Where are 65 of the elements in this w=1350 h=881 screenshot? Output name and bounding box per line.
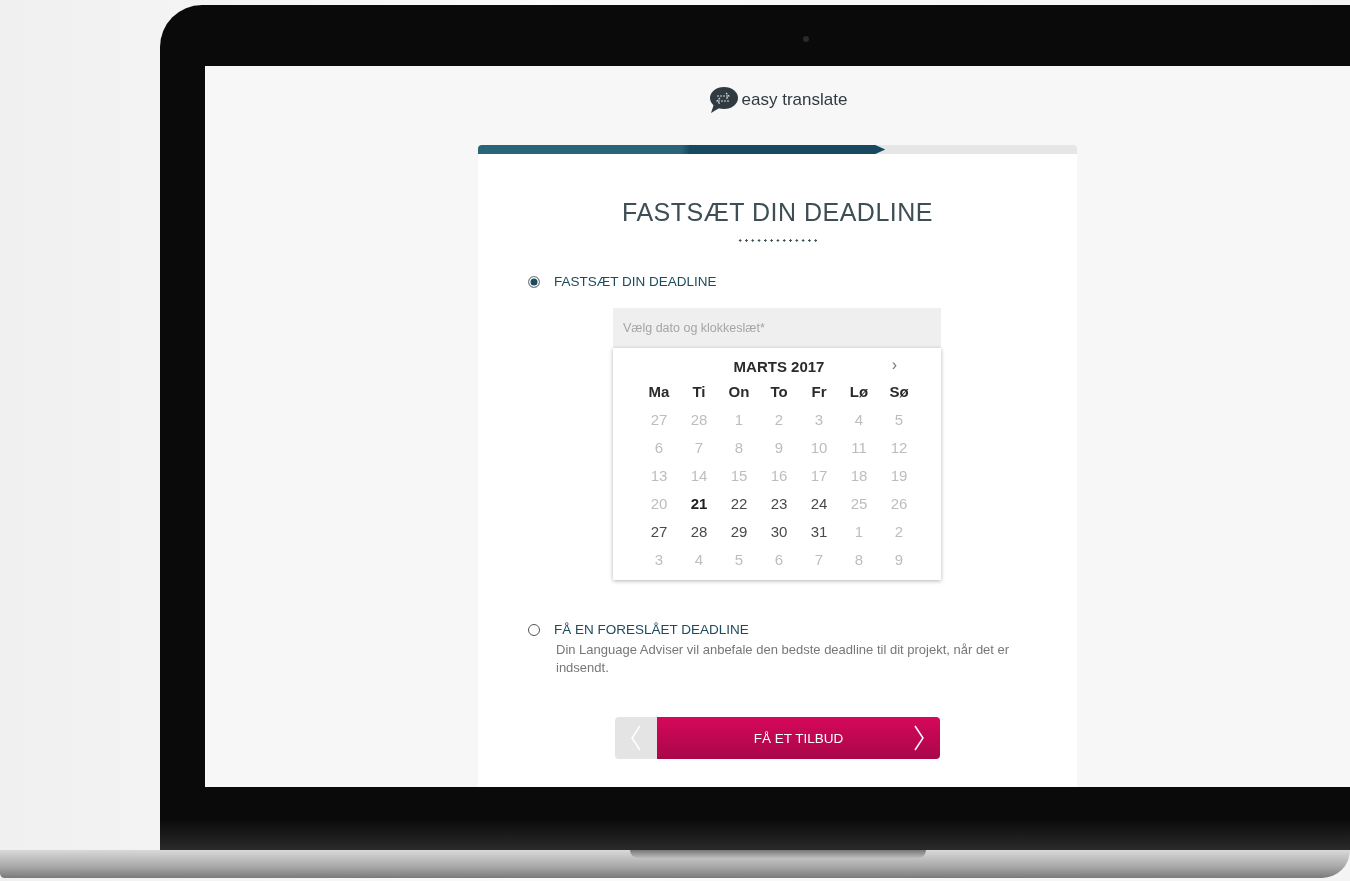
calendar-day[interactable]: 28 (679, 518, 719, 546)
calendar-day[interactable]: 22 (719, 490, 759, 518)
calendar-day[interactable]: 5 (719, 546, 759, 574)
weekday-label: Lø (848, 382, 870, 402)
weekday-label: On (727, 382, 751, 402)
calendar-day[interactable]: 9 (879, 546, 919, 574)
calendar-day[interactable]: 18 (839, 462, 879, 490)
calendar-day[interactable]: 19 (879, 462, 919, 490)
weekday-label: Fr (810, 382, 828, 402)
option-description: Din Language Adviser vil anbefale den bedste deadline til dit projekt, når det er indsendt. (556, 641, 1011, 677)
calendar-day[interactable]: 9 (759, 434, 799, 462)
calendar-day[interactable]: 31 (799, 518, 839, 546)
weekday-label: To (769, 382, 789, 402)
calendar-day[interactable]: 17 (799, 462, 839, 490)
calendar-day[interactable]: 16 (759, 462, 799, 490)
calendar-day[interactable]: 7 (679, 434, 719, 462)
calendar-day[interactable]: 2 (879, 518, 919, 546)
calendar-day[interactable]: 27 (639, 518, 679, 546)
calendar-day[interactable]: 11 (839, 434, 879, 462)
chevron-right-icon (914, 725, 924, 751)
calendar-month: MARTS 2017 (733, 357, 825, 375)
calendar-day[interactable]: 4 (839, 406, 879, 434)
weekday-label: Sø (888, 382, 910, 402)
radio-button[interactable] (528, 623, 540, 636)
calendar-day[interactable]: 21 (679, 490, 719, 518)
calendar-day[interactable]: 8 (719, 434, 759, 462)
option-label[interactable]: FASTSÆT DIN DEADLINE (554, 274, 717, 289)
get-quote-button[interactable]: FÅ ET TILBUD (657, 717, 940, 759)
logo-text: easy translate (741, 90, 848, 110)
dotted-divider-icon (736, 239, 819, 242)
calendar-day[interactable]: 6 (639, 434, 679, 462)
calendar-day[interactable]: 7 (799, 546, 839, 574)
date-input-field[interactable]: Vælg dato og klokkeslæt* (613, 308, 941, 348)
calendar-day[interactable]: 12 (879, 434, 919, 462)
calendar-day[interactable]: 3 (639, 546, 679, 574)
calendar-day[interactable]: 2 (759, 406, 799, 434)
calendar-day[interactable]: 13 (639, 462, 679, 490)
calendar-day[interactable]: 23 (759, 490, 799, 518)
calendar-day[interactable]: 15 (719, 462, 759, 490)
calendar-day[interactable]: 25 (839, 490, 879, 518)
option-label[interactable]: FÅ EN FORESLÅET DEADLINE (554, 622, 749, 637)
chevron-left-icon (631, 725, 641, 751)
calendar-day[interactable]: 10 (799, 434, 839, 462)
calendar-day[interactable]: 14 (679, 462, 719, 490)
radio-button[interactable] (528, 275, 540, 288)
calendar-day[interactable]: 24 (799, 490, 839, 518)
calendar-day[interactable]: 4 (679, 546, 719, 574)
calendar-day[interactable]: 1 (839, 518, 879, 546)
calendar-day[interactable]: 1 (719, 406, 759, 434)
camera-icon (803, 36, 809, 42)
calendar-day[interactable]: 20 (639, 490, 679, 518)
calendar-day[interactable]: 26 (879, 490, 919, 518)
calendar-day[interactable]: 3 (799, 406, 839, 434)
calendar-day[interactable]: 8 (839, 546, 879, 574)
calendar-day[interactable]: 6 (759, 546, 799, 574)
page-title: FASTSÆT DIN DEADLINE (621, 198, 934, 227)
speech-bubble-logo-icon (707, 86, 738, 114)
calendar-day[interactable]: 5 (879, 406, 919, 434)
weekday-label: Ma (647, 382, 671, 402)
calendar-day[interactable]: 29 (719, 518, 759, 546)
calendar-day[interactable]: 28 (679, 406, 719, 434)
weekday-label: Ti (691, 382, 707, 402)
calendar-day[interactable]: 30 (759, 518, 799, 546)
next-month-button[interactable]: › (889, 356, 899, 374)
calendar-day[interactable]: 27 (639, 406, 679, 434)
